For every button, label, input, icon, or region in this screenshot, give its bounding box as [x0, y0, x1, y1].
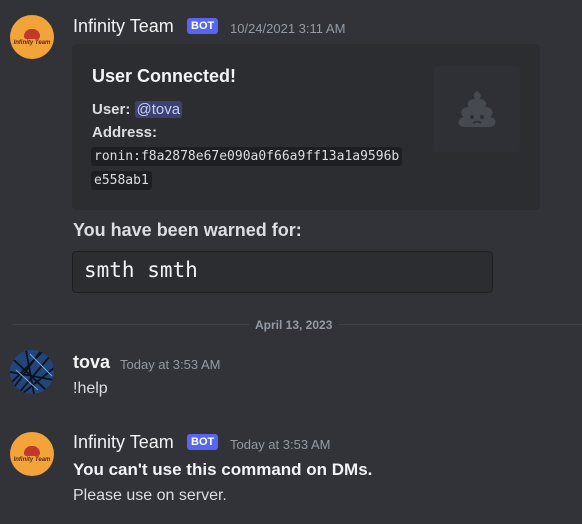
poop-emoji-icon: [458, 91, 496, 127]
user-mention[interactable]: @tova: [134, 101, 183, 118]
embed-thumbnail[interactable]: [434, 66, 520, 152]
embed-card: User Connected! User: @tova Address: ron…: [72, 44, 540, 210]
message-text: Please use on server.: [73, 487, 227, 504]
bot-tag: BOT: [187, 18, 219, 34]
message-author[interactable]: Infinity Team: [73, 432, 174, 453]
bot-avatar[interactable]: Infinity Team: [10, 15, 54, 59]
message-timestamp[interactable]: Today at 3:53 AM: [230, 437, 330, 452]
address-label: Address:: [92, 124, 158, 141]
message-timestamp[interactable]: 10/24/2021 3:11 AM: [230, 21, 345, 36]
message-author[interactable]: Infinity Team: [73, 16, 174, 37]
bot-tag: BOT: [187, 434, 219, 450]
date-divider: April 13, 2023: [249, 318, 339, 332]
embed-title: User Connected!: [92, 66, 237, 86]
warning-title: You have been warned for:: [73, 220, 302, 240]
infinity-team-logo-icon: [24, 28, 40, 39]
user-avatar[interactable]: [10, 350, 54, 394]
message-text: !help: [73, 380, 108, 397]
message-author[interactable]: tova: [73, 352, 110, 373]
bot-avatar[interactable]: Infinity Team: [10, 432, 54, 476]
embed-user-field: User: @tova: [92, 101, 183, 118]
address-code-line-2: e558ab1: [91, 171, 152, 190]
warning-reason-codeblock: smth smth: [72, 251, 493, 293]
user-avatar-lines-icon: [10, 350, 54, 394]
message-timestamp[interactable]: Today at 3:53 AM: [120, 357, 220, 372]
avatar-logo-text: Infinity Team: [13, 456, 51, 463]
infinity-team-logo-icon: [24, 445, 40, 456]
user-label: User:: [92, 101, 131, 118]
message-bold-text: You can't use this command on DMs.: [73, 460, 373, 479]
address-code-line-1: ronin:f8a2878e67e090a0f66a9ff13a1a9596b: [91, 147, 403, 166]
avatar-logo-text: Infinity Team: [13, 39, 51, 46]
